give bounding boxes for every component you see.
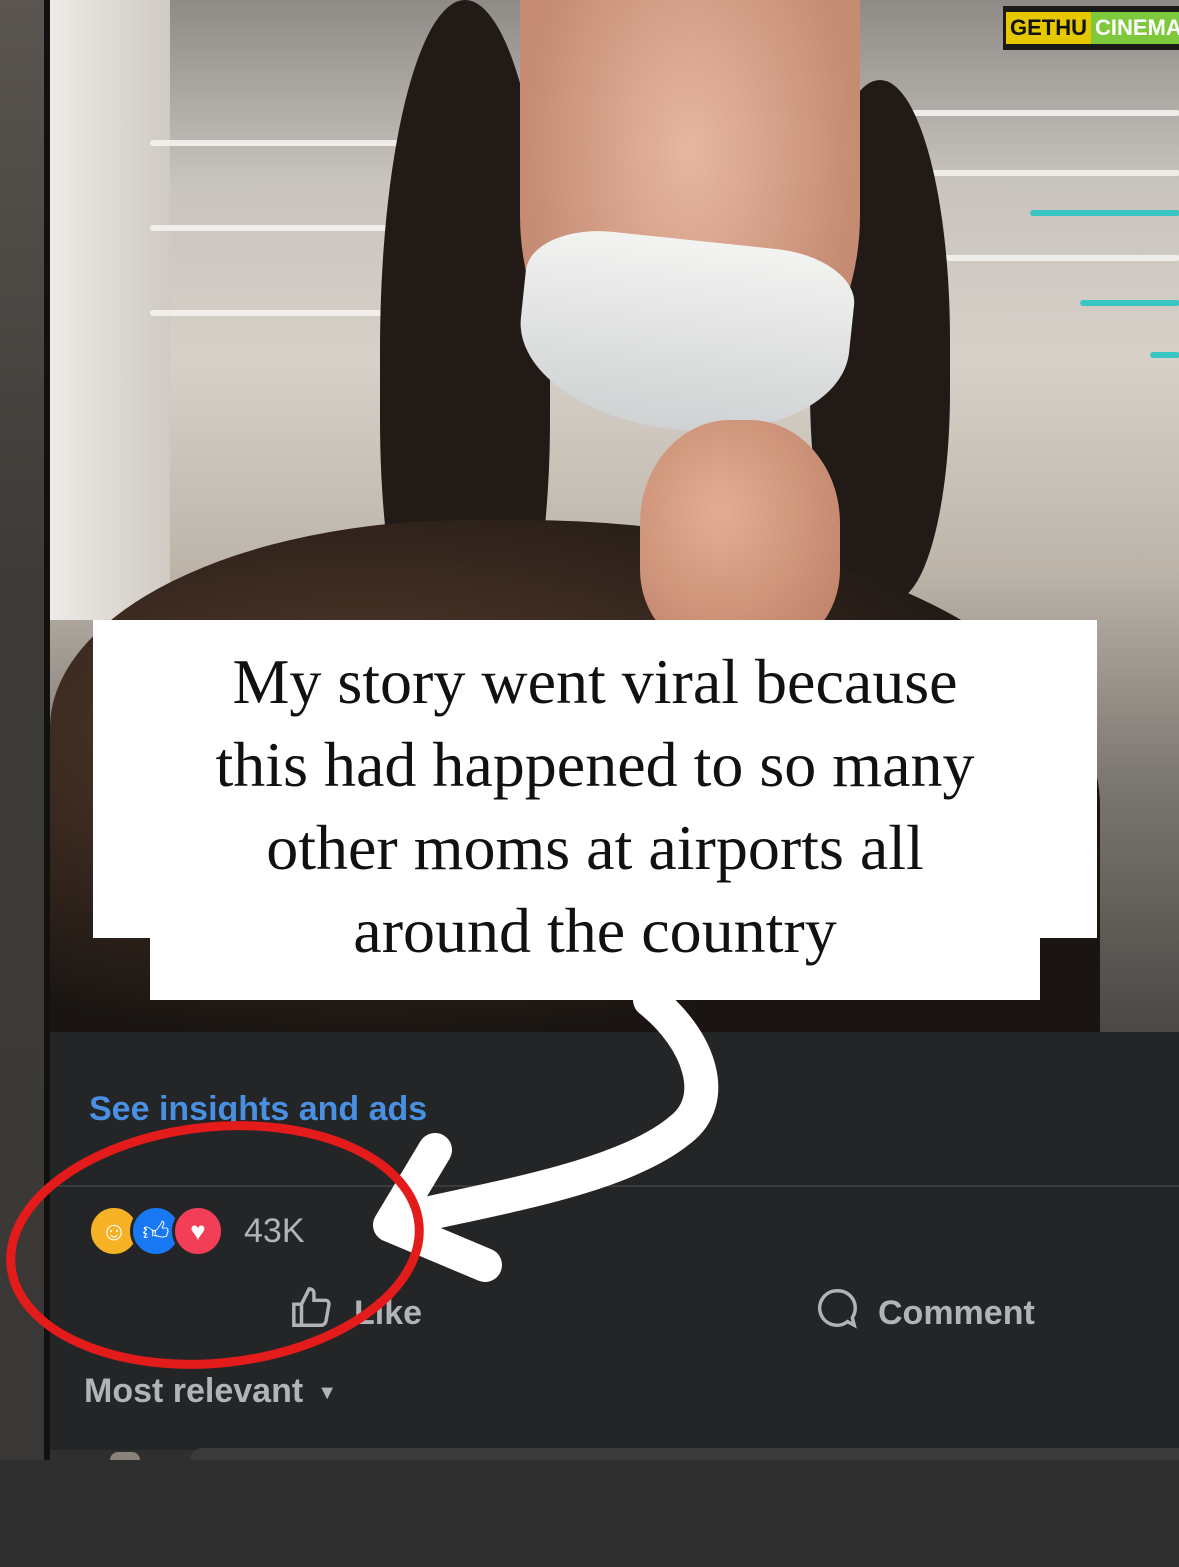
annotation-arrow — [383, 983, 719, 1237]
annotation-overlay — [6, 983, 719, 1369]
annotation-circle — [6, 1121, 424, 1369]
